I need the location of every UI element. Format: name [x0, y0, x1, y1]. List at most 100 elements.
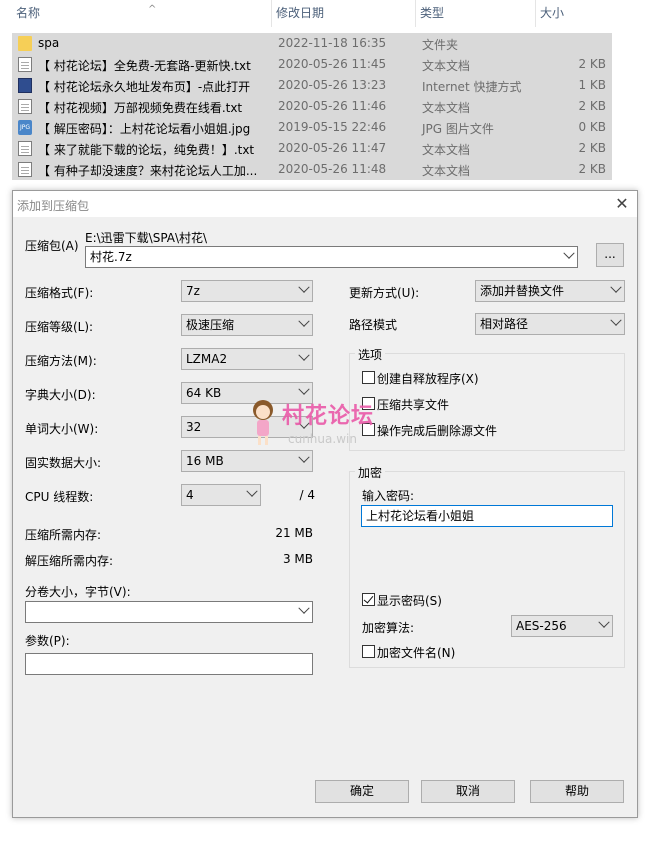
title-bar[interactable]: 添加到压缩包 ✕	[13, 191, 637, 217]
file-row[interactable]: 【 村花论坛永久地址发布页】-点此打开 2020-05-26 13:23 Int…	[12, 75, 612, 96]
dialog-title: 添加到压缩包	[17, 199, 90, 213]
file-name: 【 村花论坛】全免费-无套路-更新快.txt	[38, 59, 251, 73]
file-size: 2 KB	[578, 57, 606, 71]
mem-comp-label: 压缩所需内存:	[25, 528, 102, 542]
jpg-file-icon: JPG	[18, 120, 32, 135]
word-select[interactable]: 32	[181, 416, 313, 438]
text-file-icon	[18, 99, 32, 114]
file-size: 2 KB	[578, 141, 606, 155]
encrypt-names-checkbox[interactable]	[362, 645, 375, 658]
encryption-method-value: AES-256	[516, 619, 567, 633]
split-size-combo[interactable]	[25, 601, 313, 623]
cancel-button[interactable]: 取消	[421, 780, 515, 803]
column-header-size-label: 大小	[540, 6, 565, 20]
chevron-down-icon	[298, 451, 310, 463]
encryption-method-select[interactable]: AES-256	[511, 615, 613, 637]
mem-decomp-value: 3 MB	[282, 552, 313, 566]
file-date: 2020-05-26 11:47	[278, 141, 387, 155]
archive-name-value: 村花.7z	[90, 250, 132, 264]
file-name: 【 村花视频】万部视频免费在线看.txt	[38, 101, 243, 115]
shared-files-checkbox[interactable]	[362, 397, 375, 410]
show-password-label: 显示密码(S)	[377, 594, 442, 608]
method-label: 压缩方法(M):	[25, 354, 97, 368]
file-row[interactable]: 【 村花视频】万部视频免费在线看.txt 2020-05-26 11:46 文本…	[12, 96, 612, 117]
method-select[interactable]: LZMA2	[181, 348, 313, 370]
options-group-title: 选项	[355, 346, 386, 363]
level-select[interactable]: 极速压缩	[181, 314, 313, 336]
cpu-label: CPU 线程数:	[25, 490, 94, 504]
chevron-down-icon	[298, 417, 310, 429]
column-header-date[interactable]: 修改日期	[272, 0, 416, 27]
close-button[interactable]: ✕	[607, 191, 637, 217]
path-mode-select[interactable]: 相对路径	[475, 313, 625, 335]
file-type: Internet 快捷方式	[422, 80, 522, 94]
encryption-group-title: 加密	[355, 464, 386, 481]
show-password-checkbox[interactable]	[362, 593, 375, 606]
chevron-down-icon	[610, 281, 622, 293]
file-name: 【 来了就能下载的论坛，纯免费！】.txt	[38, 143, 255, 157]
file-row[interactable]: 【 来了就能下载的论坛，纯免费！】.txt 2020-05-26 11:47 文…	[12, 138, 612, 159]
update-value: 添加并替换文件	[480, 284, 565, 298]
word-value: 32	[186, 420, 202, 434]
split-label: 分卷大小，字节(V):	[25, 585, 131, 599]
file-type: 文本文档	[422, 164, 471, 178]
file-row[interactable]: 【 有种子却没速度？来村花论坛人工加... 2020-05-26 11:48 文…	[12, 159, 612, 180]
file-name: spa	[38, 36, 60, 50]
ok-button[interactable]: 确定	[315, 780, 409, 803]
solid-label: 固实数据大小:	[25, 456, 102, 470]
mem-comp-value: 21 MB	[275, 526, 313, 540]
file-date: 2019-05-15 22:46	[278, 120, 387, 134]
column-header-type-label: 类型	[420, 6, 445, 20]
shared-files-label: 压缩共享文件	[377, 398, 450, 412]
file-size: 2 KB	[578, 162, 606, 176]
params-input[interactable]	[25, 653, 313, 675]
dict-value: 64 KB	[186, 386, 222, 400]
update-select[interactable]: 添加并替换文件	[475, 280, 625, 302]
cpu-total: / 4	[299, 488, 316, 502]
chevron-down-icon	[298, 349, 310, 361]
file-row[interactable]: 【 村花论坛】全免费-无套路-更新快.txt 2020-05-26 11:45 …	[12, 54, 612, 75]
dict-select[interactable]: 64 KB	[181, 382, 313, 404]
file-row[interactable]: JPG 【 解压密码】：上村花论坛看小姐姐.jpg 2019-05-15 22:…	[12, 117, 612, 138]
text-file-icon	[18, 141, 32, 156]
format-select[interactable]: 7z	[181, 280, 313, 302]
chevron-down-icon	[298, 315, 310, 327]
delete-source-checkbox[interactable]	[362, 423, 375, 436]
chevron-down-icon	[246, 485, 258, 497]
cpu-select[interactable]: 4	[181, 484, 261, 506]
cpu-value: 4	[186, 488, 194, 502]
sfx-checkbox[interactable]	[362, 371, 375, 384]
file-explorer-list: 名称 ^ 修改日期 类型 大小 spa 2022-11-18 16:35 文件夹 …	[0, 0, 649, 190]
column-header-name[interactable]: 名称 ^	[12, 0, 272, 27]
browse-button[interactable]: ...	[596, 243, 624, 267]
file-name: 【 解压密码】：上村花论坛看小姐姐.jpg	[38, 122, 251, 136]
file-date: 2022-11-18 16:35	[278, 36, 387, 50]
archive-name-combo[interactable]: 村花.7z	[85, 246, 578, 268]
file-type: 文本文档	[422, 59, 471, 73]
dict-label: 字典大小(D):	[25, 388, 96, 402]
folder-icon	[18, 36, 32, 51]
file-type: 文本文档	[422, 143, 471, 157]
archive-path: E:\迅雷下载\SPA\村花\	[85, 231, 208, 245]
file-type: 文件夹	[422, 38, 459, 52]
help-button[interactable]: 帮助	[530, 780, 624, 803]
solid-value: 16 MB	[186, 454, 224, 468]
file-date: 2020-05-26 11:48	[278, 162, 387, 176]
file-date: 2020-05-26 11:45	[278, 57, 387, 71]
column-header-size[interactable]: 大小	[536, 0, 616, 27]
delete-source-label: 操作完成后删除源文件	[377, 424, 498, 438]
archive-label: 压缩包(A)	[25, 239, 79, 253]
file-name: 【 有种子却没速度？来村花论坛人工加...	[38, 164, 258, 178]
file-date: 2020-05-26 13:23	[278, 78, 387, 92]
sort-ascending-icon: ^	[148, 4, 157, 15]
chevron-down-icon	[563, 247, 575, 259]
encrypt-names-label: 加密文件名(N)	[377, 646, 456, 660]
column-header-type[interactable]: 类型	[416, 0, 536, 27]
solid-select[interactable]: 16 MB	[181, 450, 313, 472]
level-label: 压缩等级(L):	[25, 320, 94, 334]
params-label: 参数(P):	[25, 634, 70, 648]
text-file-icon	[18, 57, 32, 72]
shortcut-icon	[18, 78, 32, 93]
file-row-spa[interactable]: spa 2022-11-18 16:35 文件夹	[12, 33, 612, 54]
password-input[interactable]: 上村花论坛看小姐姐	[361, 505, 613, 527]
